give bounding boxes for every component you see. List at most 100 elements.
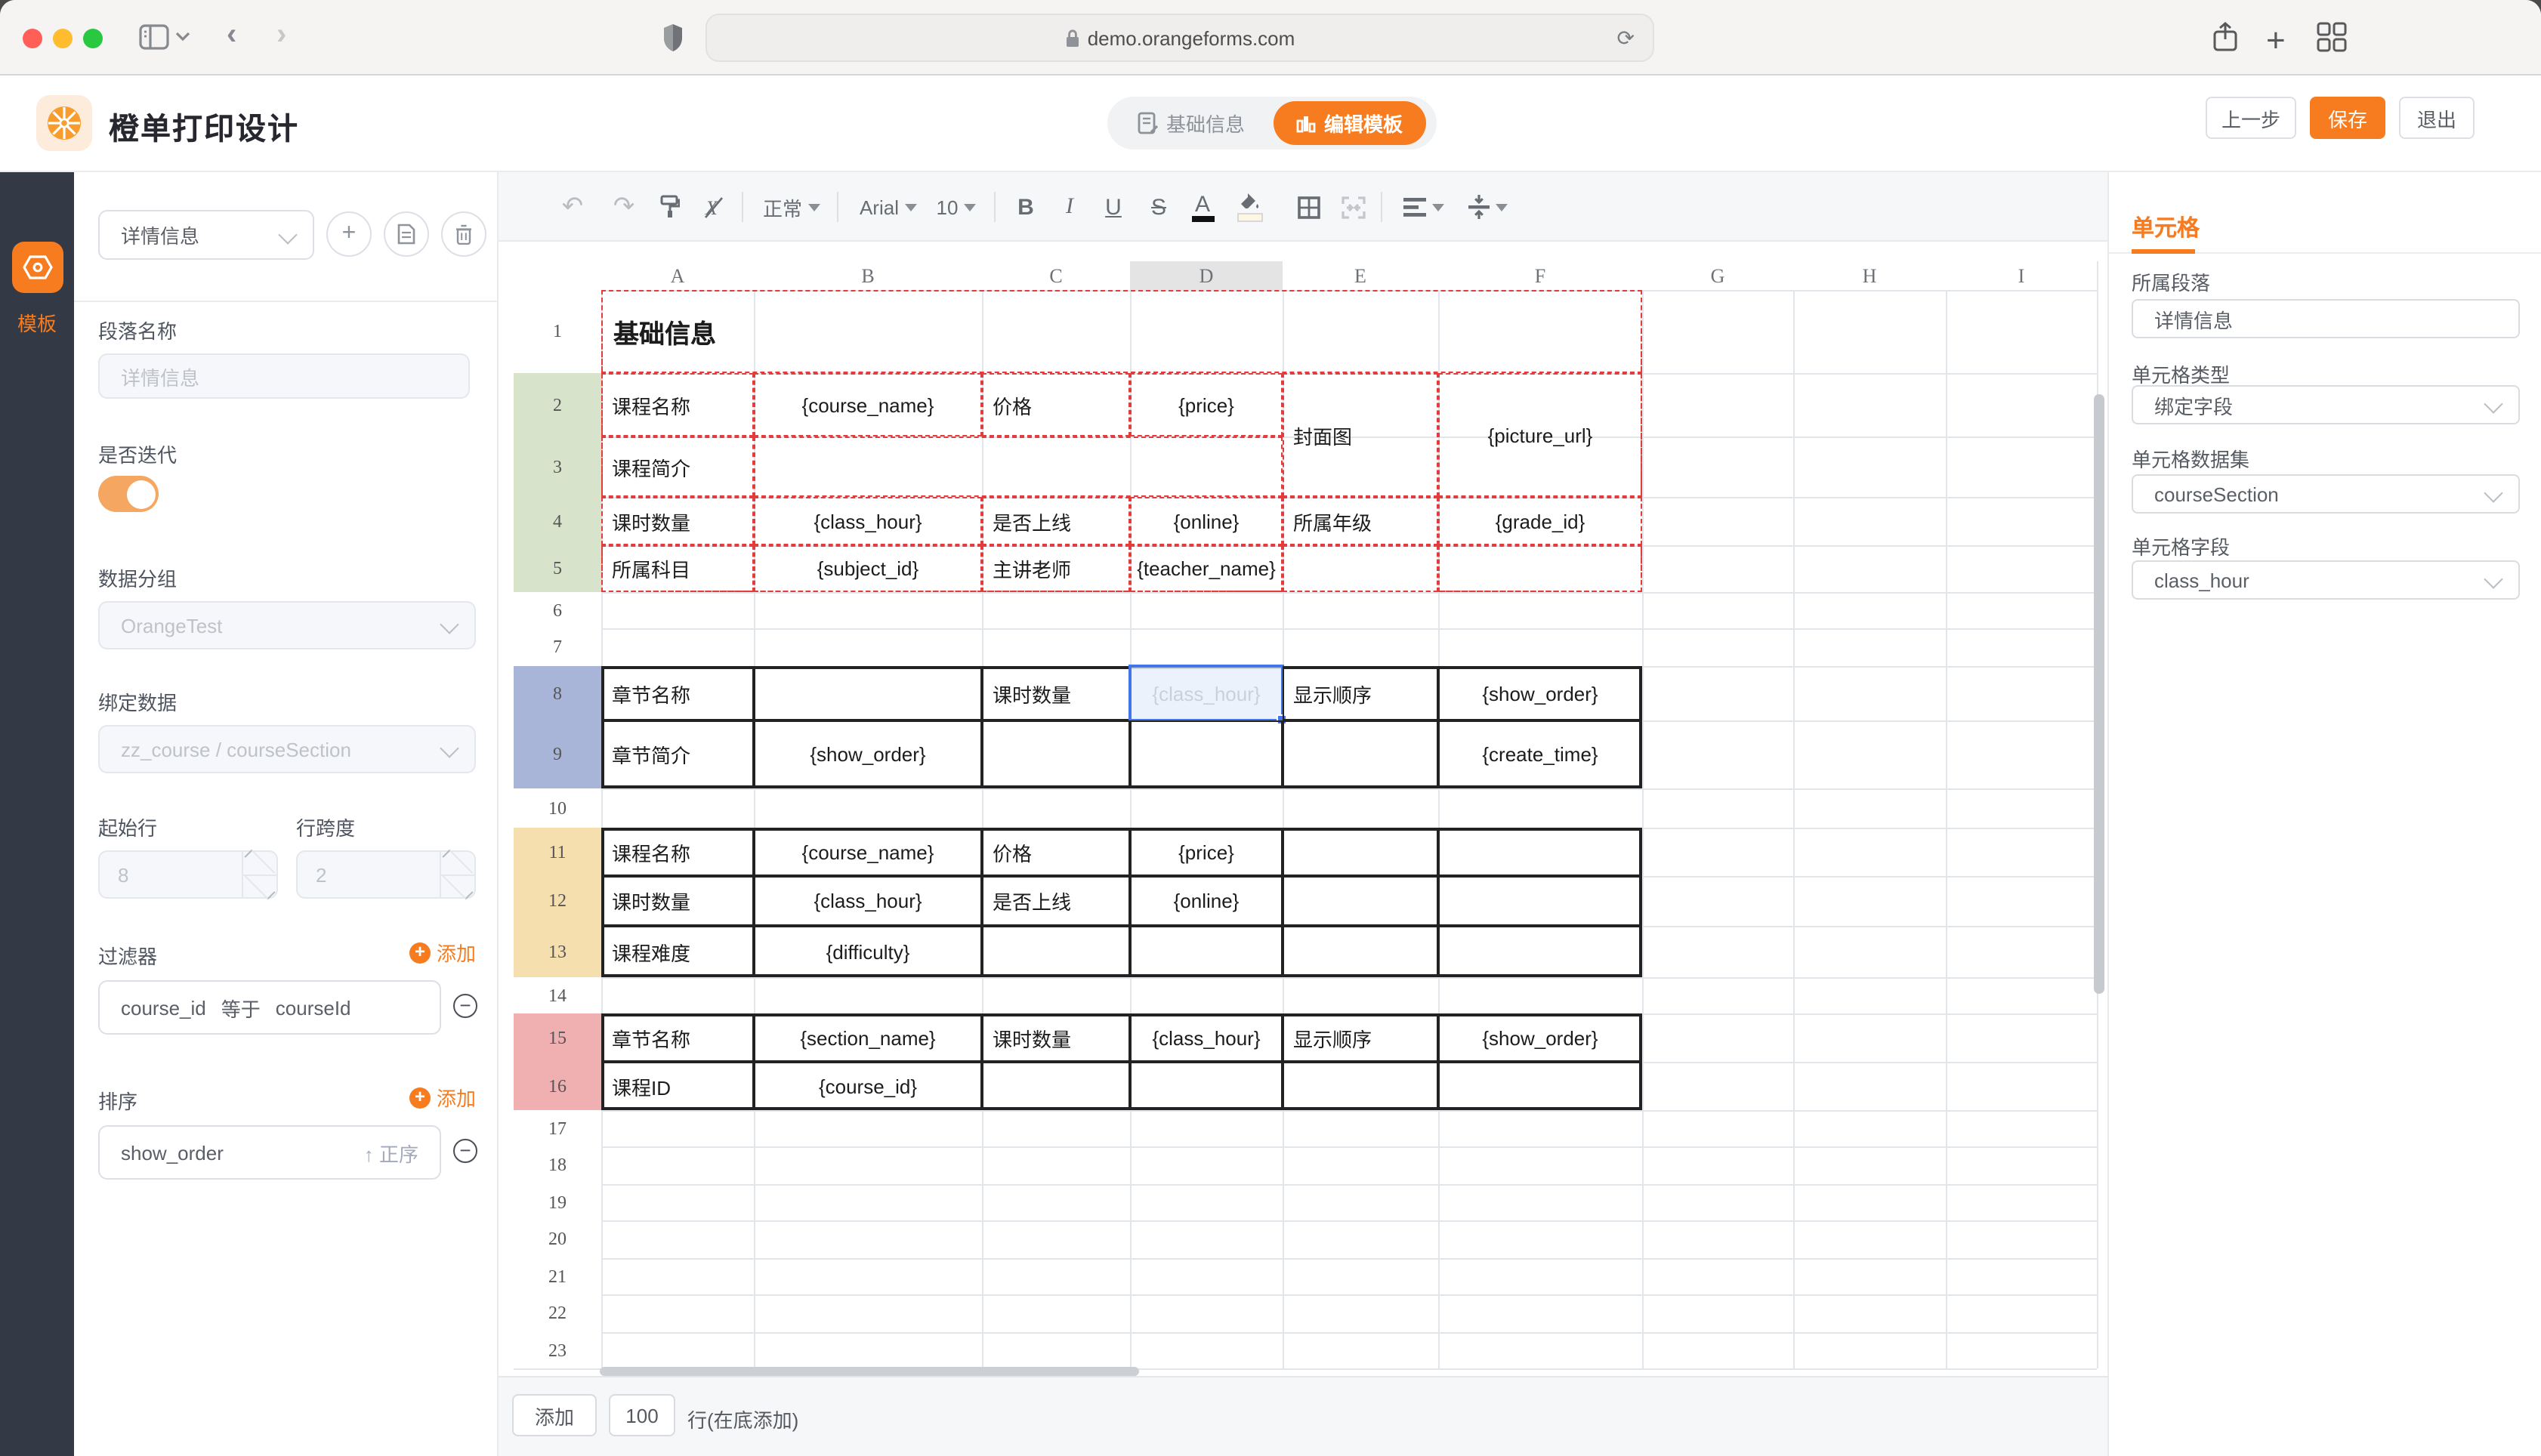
row-header-6[interactable]: 6 bbox=[514, 592, 601, 628]
cell-B4[interactable]: {class_hour} bbox=[754, 497, 982, 545]
sidebar-toggle-icon[interactable] bbox=[139, 24, 169, 50]
filter-remove-button[interactable]: − bbox=[453, 994, 477, 1018]
cell-D4[interactable]: {online} bbox=[1130, 497, 1283, 545]
grid-corner[interactable] bbox=[514, 261, 601, 290]
cell-field-select[interactable]: class_hour bbox=[2132, 560, 2520, 600]
row-header-23[interactable]: 23 bbox=[514, 1332, 601, 1368]
cell-B5[interactable]: {subject_id} bbox=[754, 545, 982, 592]
row-header-22[interactable]: 22 bbox=[514, 1294, 601, 1332]
sort-add-button[interactable]: + 添加 bbox=[409, 1083, 476, 1112]
cell-D12[interactable]: {online} bbox=[1130, 876, 1283, 926]
tab-edit-template[interactable]: 编辑模板 bbox=[1274, 101, 1426, 145]
add-rows-count-input[interactable]: 100 bbox=[609, 1394, 675, 1436]
cell-D13[interactable] bbox=[1130, 926, 1283, 977]
cell-B11[interactable]: {course_name} bbox=[754, 828, 982, 876]
cell-B16[interactable]: {course_id} bbox=[754, 1062, 982, 1110]
column-header-F[interactable]: F bbox=[1438, 261, 1642, 290]
minimize-window-button[interactable] bbox=[53, 28, 73, 48]
privacy-shield-icon[interactable] bbox=[662, 23, 684, 53]
strikethrough-button[interactable]: S bbox=[1145, 172, 1172, 242]
cell-B9[interactable]: {show_order} bbox=[754, 720, 982, 788]
row-header-18[interactable]: 18 bbox=[514, 1146, 601, 1184]
cell-C15[interactable]: 课时数量 bbox=[982, 1013, 1130, 1062]
cell-E8[interactable]: 显示顺序 bbox=[1283, 666, 1438, 720]
vertical-scrollbar[interactable] bbox=[2094, 394, 2104, 994]
cell-D15[interactable]: {class_hour} bbox=[1130, 1013, 1283, 1062]
cell-F16[interactable] bbox=[1438, 1062, 1642, 1110]
rail-item-template-label[interactable]: 模板 bbox=[0, 308, 74, 337]
start-row-stepper[interactable]: 8 bbox=[98, 850, 278, 899]
row-header-7[interactable]: 7 bbox=[514, 628, 601, 666]
cell-F8[interactable]: {show_order} bbox=[1438, 666, 1642, 720]
cell-A11[interactable]: 课程名称 bbox=[601, 828, 754, 876]
cell-D2[interactable]: {price} bbox=[1130, 373, 1283, 436]
cell-D8[interactable]: {class_hour} bbox=[1130, 666, 1283, 720]
cell-C5[interactable]: 主讲老师 bbox=[982, 545, 1130, 592]
rail-item-template[interactable] bbox=[12, 242, 63, 293]
cell-C12[interactable]: 是否上线 bbox=[982, 876, 1130, 926]
zoom-window-button[interactable] bbox=[83, 28, 103, 48]
prev-step-button[interactable]: 上一步 bbox=[2206, 97, 2296, 139]
row-header-11[interactable]: 11 bbox=[514, 828, 601, 876]
row-header-15[interactable]: 15 bbox=[514, 1013, 601, 1062]
cell-dataset-select[interactable]: courseSection bbox=[2132, 474, 2520, 514]
cell-C8[interactable]: 课时数量 bbox=[982, 666, 1130, 720]
cell-A3[interactable]: 课程简介 bbox=[601, 436, 754, 497]
redo-button[interactable]: ↷ bbox=[607, 172, 641, 242]
iterate-toggle[interactable] bbox=[98, 476, 159, 512]
cell-D5[interactable]: {teacher_name} bbox=[1130, 545, 1283, 592]
format-painter-button[interactable] bbox=[653, 172, 686, 242]
back-button[interactable]: ‹ bbox=[227, 18, 236, 53]
stepper-arrows[interactable] bbox=[440, 852, 474, 897]
sidebar-chevron-icon[interactable] bbox=[175, 30, 190, 42]
share-icon[interactable] bbox=[2212, 21, 2239, 53]
row-header-5[interactable]: 5 bbox=[514, 545, 601, 592]
cell-E2[interactable]: 封面图 bbox=[1283, 373, 1438, 497]
cell-paragraph-input[interactable]: 详情信息 bbox=[2132, 299, 2520, 338]
cell-B8[interactable] bbox=[754, 666, 982, 720]
cell-format-dropdown[interactable]: 正常 bbox=[758, 172, 825, 242]
horizontal-align-dropdown[interactable] bbox=[1399, 172, 1447, 242]
cell-F9[interactable]: {create_time} bbox=[1438, 720, 1642, 788]
tab-overview-icon[interactable] bbox=[2316, 21, 2348, 53]
borders-button[interactable] bbox=[1293, 172, 1323, 242]
reload-icon[interactable]: ⟳ bbox=[1617, 26, 1635, 51]
column-header-I[interactable]: I bbox=[1946, 261, 2097, 290]
cell-C11[interactable]: 价格 bbox=[982, 828, 1130, 876]
cell-A13[interactable]: 课程难度 bbox=[601, 926, 754, 977]
cell-D16[interactable] bbox=[1130, 1062, 1283, 1110]
stepper-arrows[interactable] bbox=[242, 852, 276, 897]
cell-A4[interactable]: 课时数量 bbox=[601, 497, 754, 545]
cell-F11[interactable] bbox=[1438, 828, 1642, 876]
column-header-E[interactable]: E bbox=[1283, 261, 1438, 290]
data-group-select[interactable]: OrangeTest bbox=[98, 601, 476, 649]
delete-paragraph-button[interactable] bbox=[441, 211, 486, 257]
exit-button[interactable]: 退出 bbox=[2399, 97, 2475, 139]
column-header-C[interactable]: C bbox=[982, 261, 1130, 290]
column-header-H[interactable]: H bbox=[1793, 261, 1946, 290]
row-header-13[interactable]: 13 bbox=[514, 926, 601, 977]
row-header-17[interactable]: 17 bbox=[514, 1110, 601, 1146]
font-family-dropdown[interactable]: Arial bbox=[852, 172, 925, 242]
filter-item[interactable]: course_id 等于 courseId bbox=[98, 980, 441, 1035]
paragraph-select[interactable]: 详情信息 bbox=[98, 210, 314, 260]
text-color-button[interactable]: A bbox=[1189, 172, 1216, 242]
cell-B12[interactable]: {class_hour} bbox=[754, 876, 982, 926]
row-header-12[interactable]: 12 bbox=[514, 876, 601, 926]
cell-C9[interactable] bbox=[982, 720, 1130, 788]
row-header-21[interactable]: 21 bbox=[514, 1258, 601, 1294]
column-header-A[interactable]: A bbox=[601, 261, 754, 290]
column-header-B[interactable]: B bbox=[754, 261, 982, 290]
cell-D9[interactable] bbox=[1130, 720, 1283, 788]
row-header-20[interactable]: 20 bbox=[514, 1220, 601, 1258]
underline-button[interactable]: U bbox=[1100, 172, 1127, 242]
vertical-align-dropdown[interactable] bbox=[1462, 172, 1514, 242]
fill-color-button[interactable] bbox=[1234, 172, 1264, 242]
para-name-input[interactable]: 详情信息 bbox=[98, 353, 470, 399]
row-header-9[interactable]: 9 bbox=[514, 720, 601, 788]
clear-format-button[interactable]: X bbox=[699, 172, 733, 242]
italic-button[interactable]: I bbox=[1056, 172, 1083, 242]
row-header-4[interactable]: 4 bbox=[514, 497, 601, 545]
cell-C16[interactable] bbox=[982, 1062, 1130, 1110]
cell-F12[interactable] bbox=[1438, 876, 1642, 926]
